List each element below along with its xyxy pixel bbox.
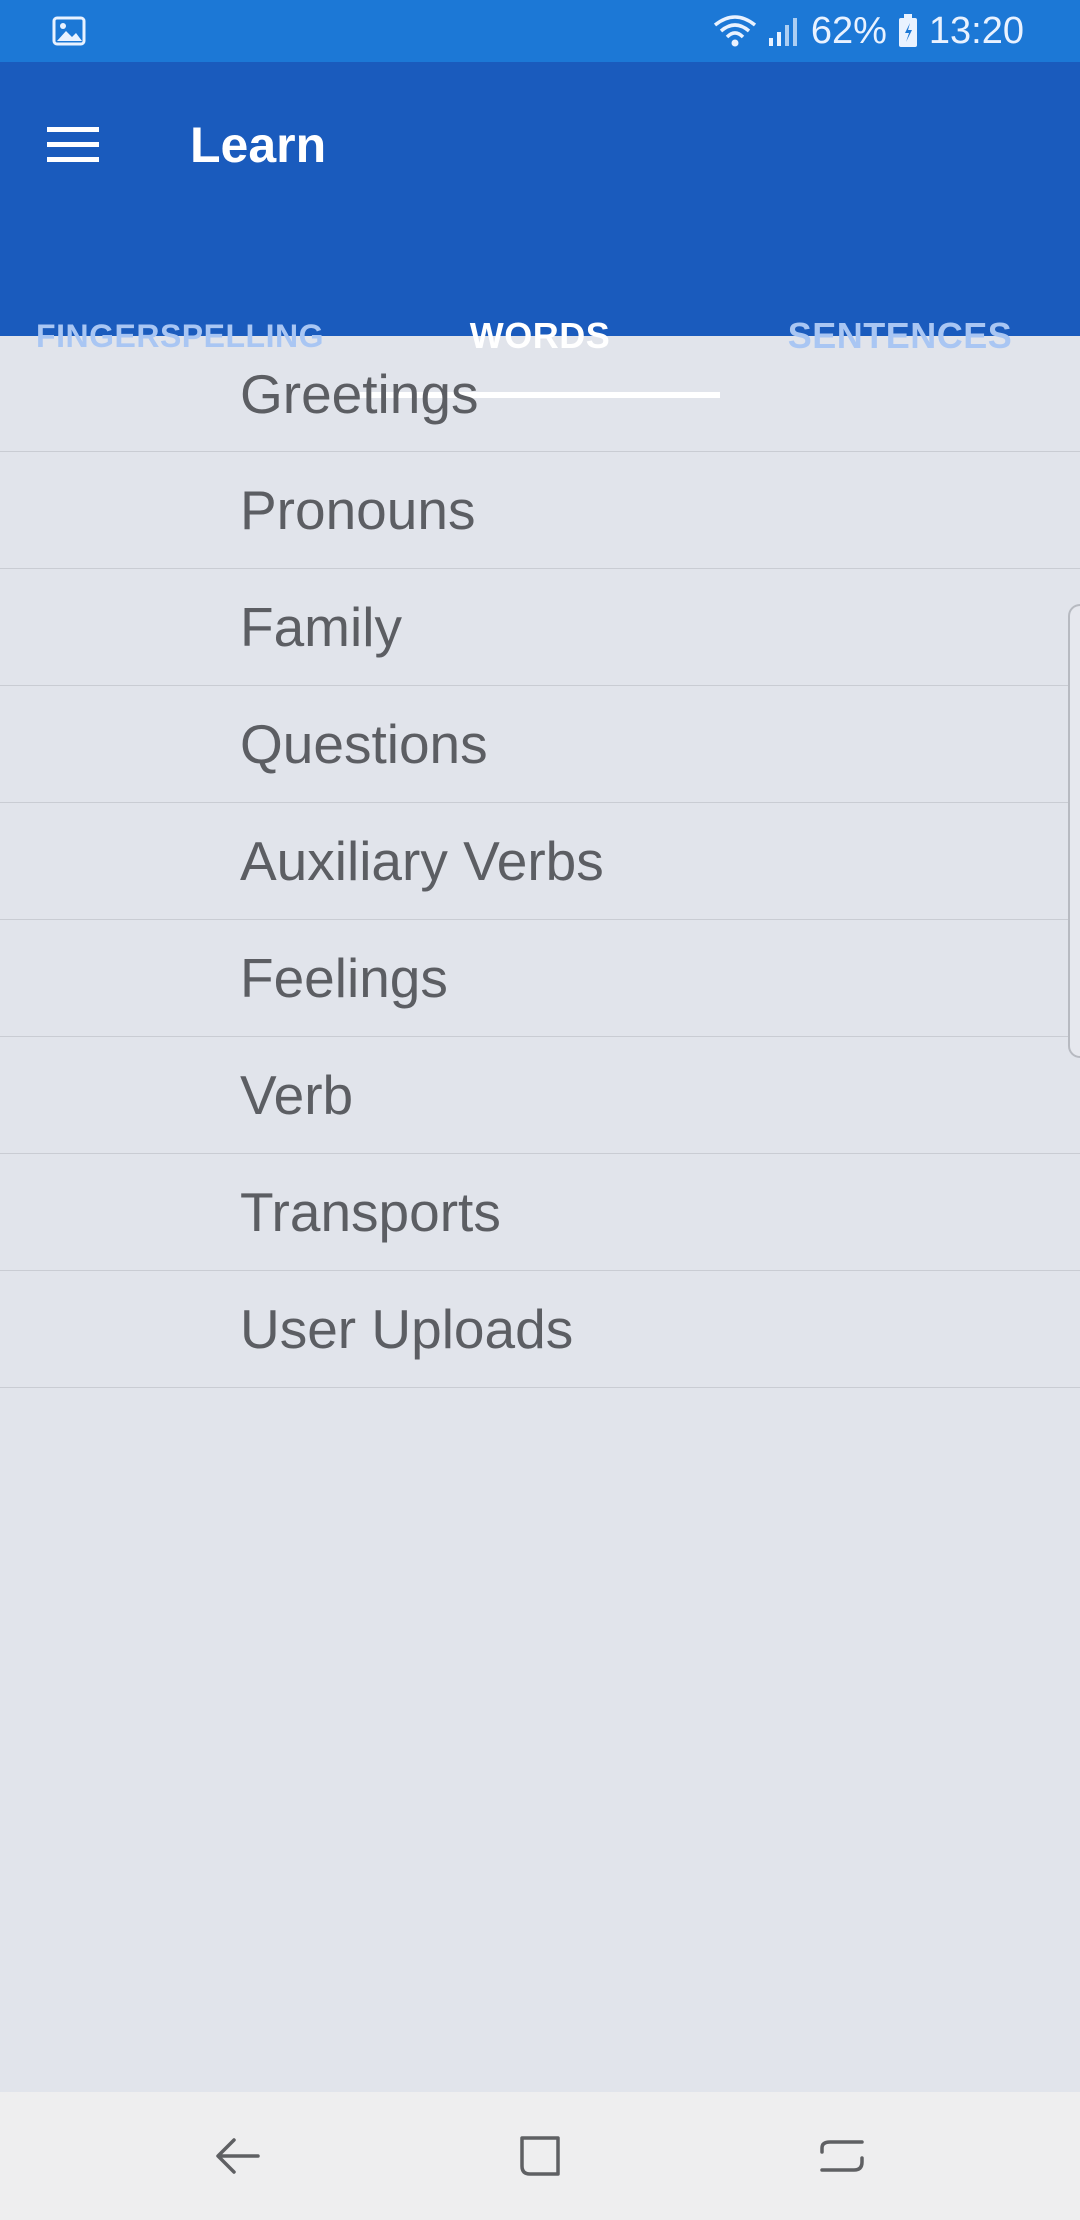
recents-icon[interactable] xyxy=(742,2092,942,2220)
category-list: Greetings Pronouns Family Questions Auxi… xyxy=(0,336,1080,1388)
home-icon[interactable] xyxy=(440,2092,640,2220)
wifi-icon xyxy=(713,13,757,49)
status-icons: 62% 13:20 xyxy=(713,0,1024,62)
battery-percent: 62% xyxy=(810,9,887,52)
status-bar: 62% 13:20 xyxy=(0,0,1080,62)
back-icon[interactable] xyxy=(138,2092,338,2220)
page-title: Learn xyxy=(190,117,327,173)
list-item-transports[interactable]: Transports xyxy=(0,1154,1080,1271)
list-item-auxiliary-verbs[interactable]: Auxiliary Verbs xyxy=(0,803,1080,920)
list-item-pronouns[interactable]: Pronouns xyxy=(0,452,1080,569)
navigation-bar xyxy=(0,2092,1080,2220)
list-item-user-uploads[interactable]: User Uploads xyxy=(0,1271,1080,1388)
list-item-family[interactable]: Family xyxy=(0,569,1080,686)
hamburger-menu-icon[interactable] xyxy=(32,104,114,186)
edge-panel-handle[interactable] xyxy=(1068,604,1080,1058)
clock: 13:20 xyxy=(928,9,1024,52)
battery-icon xyxy=(897,13,919,49)
signal-icon xyxy=(767,14,801,48)
app-bar: Learn FINGERSPELLING WORDS SENTENCES xyxy=(0,62,1080,398)
list-item-greetings[interactable]: Greetings xyxy=(0,336,1080,452)
list-item-verb[interactable]: Verb xyxy=(0,1037,1080,1154)
gallery-notification-icon xyxy=(52,16,86,46)
list-item-questions[interactable]: Questions xyxy=(0,686,1080,803)
list-item-feelings[interactable]: Feelings xyxy=(0,920,1080,1037)
